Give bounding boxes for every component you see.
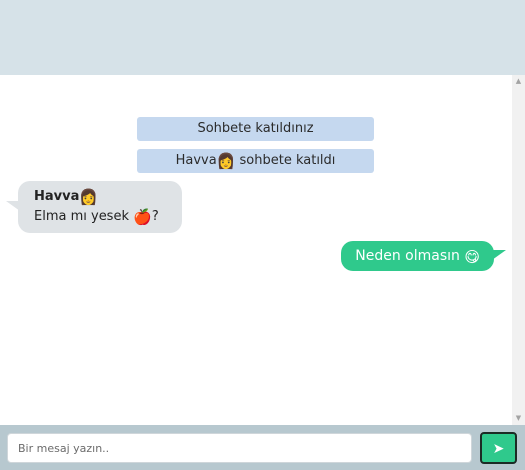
message-text-end: ? — [151, 209, 159, 224]
incoming-bubble: Havva👩 Elma mı yesek 🍎? — [6, 181, 182, 233]
outgoing-message-text: Neden olmasın — [355, 248, 465, 264]
message-text-body: Elma mı yesek — [34, 209, 134, 224]
apple-emoji-icon: 🍎 — [133, 208, 152, 226]
system-message-name: Havva — [175, 153, 217, 168]
sender-name: Havva — [34, 189, 80, 204]
system-message-joined-havva: Havva👩 sohbete katıldı — [137, 149, 374, 173]
chat-app: Sohbete katıldınız Havva👩 sohbete katıld… — [0, 0, 525, 470]
composer-bar: ➤ — [0, 425, 525, 470]
message-input[interactable] — [7, 433, 472, 463]
incoming-message: Havva👩 Elma mı yesek 🍎? — [6, 181, 182, 233]
outgoing-bubble-tail — [492, 250, 506, 260]
system-message-joined-self: Sohbete katıldınız — [137, 117, 374, 141]
scroll-up-icon[interactable]: ▲ — [512, 75, 525, 88]
header-bar — [0, 0, 525, 75]
incoming-bubble-tail — [6, 201, 20, 211]
message-list: Sohbete katıldınız Havva👩 sohbete katıld… — [0, 75, 512, 425]
woman-emoji-icon: 👩 — [79, 188, 99, 206]
vertical-scrollbar[interactable]: ▲ ▼ — [512, 75, 525, 425]
message-sender: Havva👩 — [34, 187, 166, 207]
system-message-suffix: sohbete katıldı — [235, 153, 336, 168]
woman-emoji-icon: 👩 — [216, 152, 236, 170]
system-message-text: Sohbete katıldınız — [197, 121, 314, 136]
send-button[interactable]: ➤ — [480, 432, 517, 464]
message-text: Elma mı yesek 🍎? — [34, 207, 166, 227]
send-icon: ➤ — [492, 440, 505, 456]
scroll-down-icon[interactable]: ▼ — [512, 412, 525, 425]
outgoing-bubble: Neden olmasın 😋 — [341, 241, 506, 271]
yum-face-emoji-icon: 😋 — [464, 248, 480, 266]
outgoing-message: Neden olmasın 😋 — [341, 241, 506, 271]
